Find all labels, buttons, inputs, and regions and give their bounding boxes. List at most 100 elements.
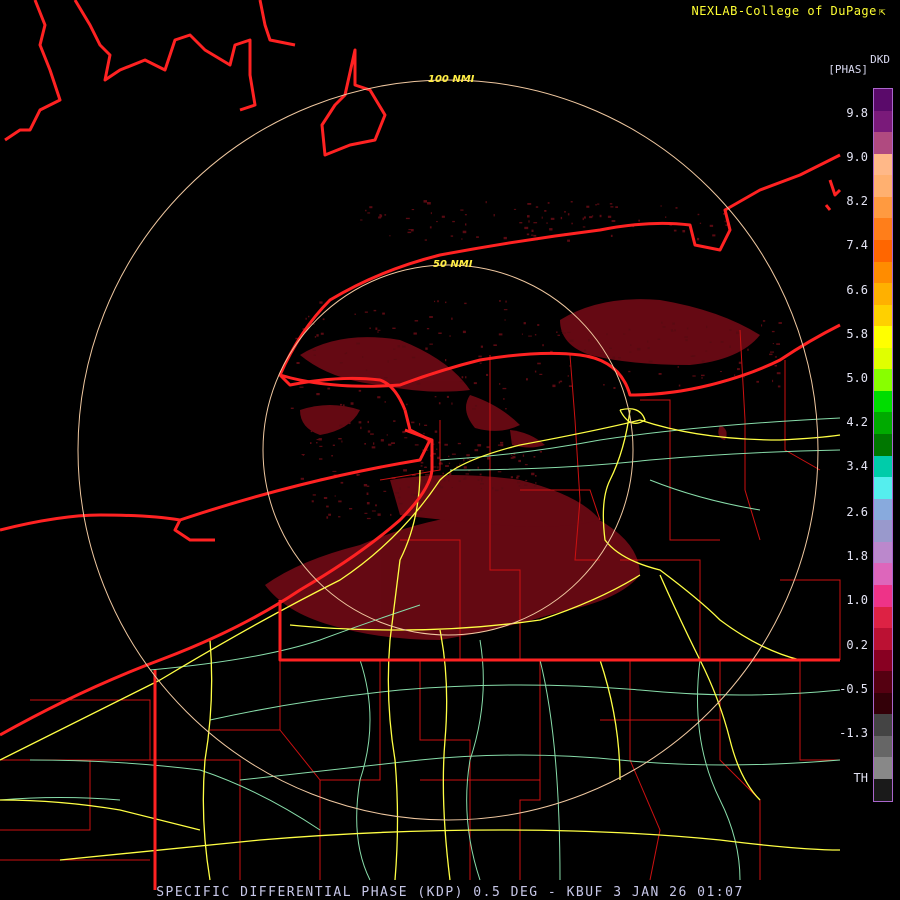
echo-speckle (326, 516, 329, 519)
echo-speckle (449, 335, 451, 337)
echo-speckle (609, 203, 613, 205)
echo-speckle (460, 209, 464, 211)
echo-speckle (684, 336, 688, 338)
echo-speckle (588, 339, 590, 342)
echo-speckle (445, 465, 449, 467)
echo-speckle (369, 327, 371, 329)
echo-speckle (544, 210, 547, 212)
echo-speckle (316, 334, 319, 337)
echo-speckle (367, 420, 369, 424)
echo-speckle (678, 384, 681, 387)
echo-speckle (362, 356, 364, 358)
echo-speckle (356, 473, 359, 476)
echo-speckle (571, 222, 573, 225)
echo-speckle (319, 445, 323, 447)
echo-speckle (410, 229, 414, 232)
legend-swatch (874, 304, 892, 327)
legend-swatch (874, 132, 892, 154)
echo-speckle (778, 322, 782, 324)
legend-swatch (874, 110, 892, 133)
legend-swatch (874, 412, 892, 434)
echo-speckle (388, 443, 392, 446)
echo-speckle (607, 215, 612, 218)
echo-speckle (358, 389, 362, 392)
legend-label: 8.2 (846, 194, 868, 208)
echo-speckle (539, 373, 543, 375)
echo-speckle (761, 324, 763, 327)
echo-speckle (392, 327, 396, 329)
echo-speckle (429, 343, 433, 345)
echo-speckle (502, 387, 507, 390)
echo-speckle (582, 217, 584, 221)
echo-speckle (458, 480, 461, 483)
echo-speckle (434, 300, 436, 303)
echo-speckle (437, 466, 439, 469)
echo-speckle (414, 444, 419, 446)
echo-speckle (348, 421, 351, 425)
echo-speckle (364, 512, 368, 514)
echo-speckle (559, 380, 563, 383)
echo-speckle (511, 441, 514, 444)
echo-speckle (450, 235, 454, 237)
echo-speckle (469, 459, 471, 461)
echo-speckle (384, 377, 388, 379)
legend-swatch (874, 347, 892, 370)
legend-swatch (874, 283, 892, 305)
legend-swatch (874, 692, 892, 715)
echo-speckle (673, 229, 677, 232)
echo-speckle (521, 333, 523, 335)
echo-speckle (615, 206, 618, 208)
echo-speckle (522, 454, 525, 457)
credit-label: NEXLAB-College of DuPage ⇱ (691, 4, 886, 18)
legend-label: 9.8 (846, 106, 868, 120)
echo-speckle (747, 348, 749, 351)
legend-swatch (874, 434, 892, 456)
echo-speckle (367, 430, 371, 433)
echo-speckle (316, 439, 319, 441)
legend-swatch (874, 498, 892, 521)
echo-speckle (331, 455, 333, 457)
echo-speckle (498, 333, 503, 336)
echo-speckle (648, 360, 653, 363)
echo-speckle (533, 484, 537, 488)
echo-speckle (420, 465, 423, 467)
echo-speckle (701, 360, 705, 363)
echo-speckle (416, 382, 421, 385)
echo-speckle (495, 489, 499, 492)
echo-speckle (377, 329, 381, 331)
echo-speckle (600, 353, 603, 355)
legend-label: 5.0 (846, 371, 868, 385)
echo-speckle (446, 395, 449, 398)
echo-speckle (686, 327, 689, 330)
external-link-icon[interactable]: ⇱ (879, 5, 886, 18)
echo-speckle (533, 234, 537, 237)
legend-swatch (874, 326, 892, 348)
echo-speckle (595, 204, 597, 206)
echo-speckle (441, 215, 445, 218)
echo-speckle (497, 444, 501, 446)
echo-speckle (360, 426, 362, 430)
legend-swatch (874, 261, 892, 284)
legend-product-label: DKD (870, 53, 890, 66)
echo-speckle (375, 327, 378, 330)
echo-speckle (670, 329, 673, 331)
echo-speckle (364, 443, 366, 445)
echo-speckle (423, 480, 425, 483)
echo-speckle (503, 309, 508, 311)
echo-speckle (395, 492, 399, 494)
echo-speckle (316, 393, 320, 396)
echo-speckle (493, 214, 495, 217)
echo-speckle (350, 402, 354, 405)
echo-speckle (339, 362, 343, 364)
range-ring-label-100: 100 NMI (428, 74, 475, 85)
echo-speckle (597, 203, 600, 205)
legend-swatch (874, 477, 892, 499)
legend-swatch (874, 671, 892, 693)
echo-speckle (366, 492, 369, 495)
echo-speckle (464, 476, 467, 479)
echo-speckle (518, 459, 521, 463)
legend-swatch (874, 369, 892, 391)
echo-speckle (397, 345, 400, 348)
echo-speckle (313, 354, 316, 356)
echo-speckle (375, 504, 377, 507)
